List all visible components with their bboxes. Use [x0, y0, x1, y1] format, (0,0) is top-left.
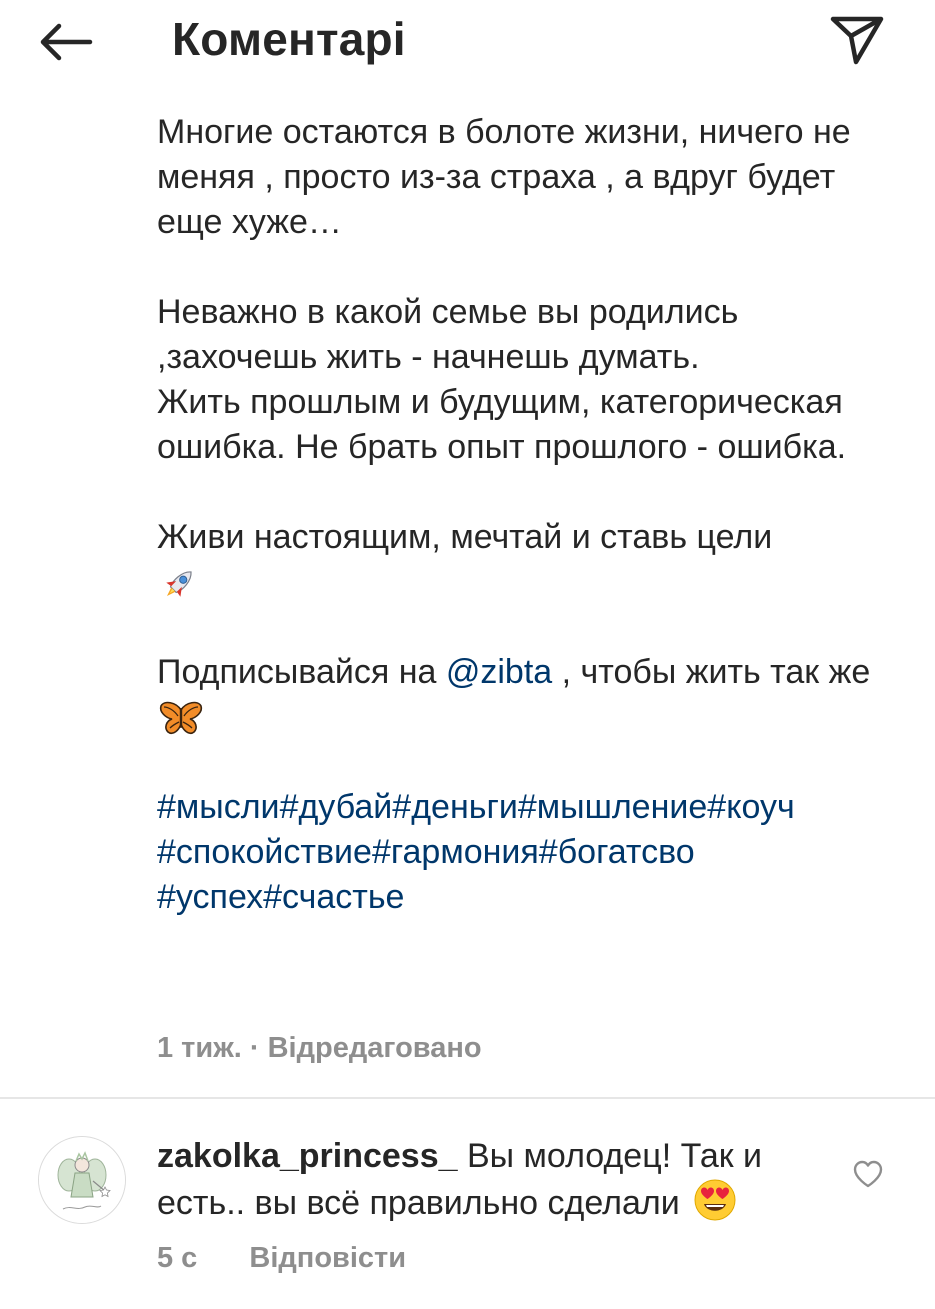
hashtag-link[interactable]: #коуч [707, 788, 794, 826]
like-comment-button[interactable] [848, 1156, 888, 1192]
hashtag-link[interactable]: #успех [157, 878, 263, 916]
caption-text: Подписывайся на [157, 653, 446, 691]
hashtag-link[interactable]: #счастье [263, 878, 404, 916]
heart-eyes-emoji [694, 1179, 736, 1221]
back-button[interactable] [30, 14, 100, 70]
comment-meta: 5 с Відповісти [157, 1238, 406, 1278]
caption-paragraph: Жить прошлым и будущим, категорическая о… [157, 383, 847, 466]
hashtag-link[interactable]: #гармония [372, 833, 539, 871]
hashtag-link[interactable]: #деньги [392, 788, 518, 826]
fairy-logo-image [39, 1137, 125, 1223]
avatar[interactable] [38, 1136, 126, 1224]
hashtag-link[interactable]: #мышление [518, 788, 707, 826]
caption-paragraph: Неважно в какой семье вы родились ,захоч… [157, 293, 739, 376]
arrow-left-icon [40, 23, 93, 61]
hashtag-link[interactable]: #спокойствие [157, 833, 372, 871]
hashtag-link[interactable]: #богатсво [539, 833, 695, 871]
caption-meta: 1 тиж. · Відредаговано [157, 1032, 482, 1064]
caption-paragraph-text: Живи настоящим, мечтай и ставь цели [157, 518, 773, 556]
paper-plane-icon [830, 16, 884, 65]
reply-button[interactable]: Відповісти [249, 1242, 406, 1274]
butterfly-emoji [159, 701, 203, 735]
top-bar: Коментарі [0, 0, 935, 84]
caption-text: , чтобы жить так же [552, 653, 871, 691]
caption-paragraph: Многие остаются в болоте жизни, ничего н… [157, 113, 851, 241]
hashtag-link[interactable]: #мысли [157, 788, 280, 826]
mention-link[interactable]: @zibta [446, 653, 552, 691]
comment-time: 5 с [157, 1242, 198, 1274]
share-button[interactable] [822, 10, 892, 70]
rocket-emoji [166, 571, 192, 597]
caption-paragraph-goals: Живи настоящим, мечтай и ставь цели [157, 515, 877, 605]
post-caption: Многие остаются в болоте жизни, ничего н… [157, 110, 877, 920]
page-title: Коментарі [172, 13, 406, 65]
divider [0, 1097, 935, 1099]
comment-body: zakolka_princess_ Вы молодец! Так и есть… [157, 1134, 837, 1225]
heart-outline-icon [853, 1160, 883, 1188]
hashtag-list: #мысли#дубай#деньги#мышление#коуч #споко… [157, 785, 877, 920]
caption-paragraph-subscribe: Подписывайся на @zibta , чтобы жить так … [157, 650, 877, 740]
hashtag-link[interactable]: #дубай [280, 788, 393, 826]
comment-username[interactable]: zakolka_princess_ [157, 1137, 458, 1175]
